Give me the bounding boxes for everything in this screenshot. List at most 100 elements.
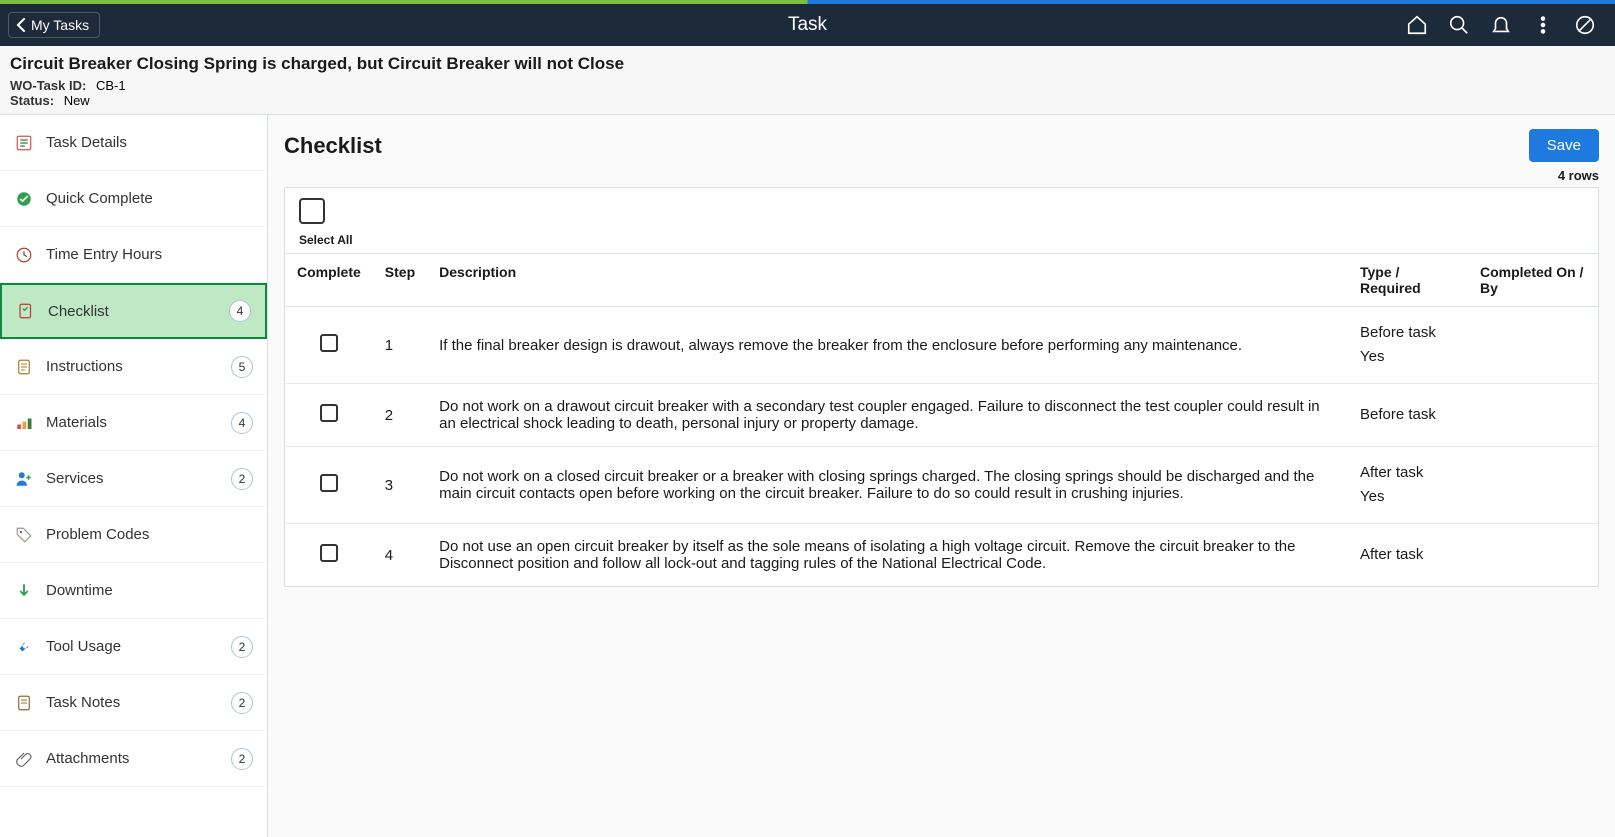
col-completed-on-by: Completed On / By [1468,254,1598,307]
row-type-required: Before taskYes [1348,307,1468,384]
sidebar-item-attachments[interactable]: Attachments 2 [0,731,267,787]
row-completed-on-by [1468,307,1598,384]
row-step: 4 [373,524,427,587]
home-icon[interactable] [1405,13,1429,37]
save-button[interactable]: Save [1529,129,1599,162]
row-type-required: Before task [1348,384,1468,447]
wo-task-id-label: WO-Task ID: [10,78,86,93]
row-step: 1 [373,307,427,384]
checklist-table: Select All Complete Step Description Typ… [284,187,1599,587]
wo-task-id-value: CB-1 [96,78,126,93]
table-row[interactable]: 1If the final breaker design is drawout,… [285,307,1598,384]
col-description: Description [427,254,1348,307]
sidebar-badge: 2 [231,692,253,714]
sidebar-item-instructions[interactable]: Instructions 5 [0,339,267,395]
sidebar-badge: 2 [231,468,253,490]
topbar: My Tasks Task [0,4,1615,46]
chevron-left-icon [15,18,27,32]
row-description: If the final breaker design is drawout, … [427,307,1348,384]
sidebar-item-materials[interactable]: Materials 4 [0,395,267,451]
sidebar: Task Details Quick Complete Time Entry H… [0,115,268,837]
wo-task-id-line: WO-Task ID: CB-1 [10,78,1605,93]
sidebar-item-label: Services [46,470,104,487]
sidebar-badge: 4 [231,412,253,434]
row-checkbox[interactable] [320,404,338,422]
row-step: 3 [373,447,427,524]
bell-icon[interactable] [1489,13,1513,37]
select-all-checkbox[interactable] [299,198,325,224]
subheader: Circuit Breaker Closing Spring is charge… [0,46,1615,115]
sidebar-item-task-details[interactable]: Task Details [0,115,267,171]
back-button-label: My Tasks [31,17,89,33]
sidebar-item-time-entry[interactable]: Time Entry Hours [0,227,267,283]
row-step: 2 [373,384,427,447]
row-checkbox[interactable] [320,334,338,352]
person-icon [14,469,34,489]
clipboard-icon [14,357,34,377]
row-type-required: After task [1348,524,1468,587]
select-all-section: Select All [285,188,1598,254]
sidebar-item-task-notes[interactable]: Task Notes 2 [0,675,267,731]
col-complete: Complete [285,254,373,307]
row-type-required: After taskYes [1348,447,1468,524]
back-button[interactable]: My Tasks [8,12,100,38]
sidebar-item-label: Quick Complete [46,190,153,207]
row-description: Do not work on a drawout circuit breaker… [427,384,1348,447]
col-type-required: Type / Required [1348,254,1468,307]
status-value: New [64,93,90,108]
row-description: Do not use an open circuit breaker by it… [427,524,1348,587]
table-row[interactable]: 4Do not use an open circuit breaker by i… [285,524,1598,587]
sidebar-item-label: Checklist [48,303,109,320]
status-line: Status: New [10,93,1605,108]
sidebar-item-quick-complete[interactable]: Quick Complete [0,171,267,227]
content-heading: Checklist [284,133,382,159]
materials-icon [14,413,34,433]
sidebar-item-label: Task Details [46,134,127,151]
checklist-icon [16,301,36,321]
clock-icon [14,245,34,265]
content: Checklist Save 4 rows Select All Complet… [268,115,1615,837]
table-header-row: Complete Step Description Type / Require… [285,254,1598,307]
row-completed-on-by [1468,384,1598,447]
sidebar-badge: 4 [229,300,251,322]
arrow-down-icon [14,581,34,601]
sidebar-item-label: Attachments [46,750,129,767]
row-checkbox[interactable] [320,474,338,492]
topbar-icons [1405,13,1607,37]
wrench-icon [14,637,34,657]
tag-icon [14,525,34,545]
row-checkbox[interactable] [320,544,338,562]
sidebar-badge: 2 [231,748,253,770]
sidebar-item-services[interactable]: Services 2 [0,451,267,507]
row-count-label: 4 rows [284,168,1599,183]
sidebar-item-label: Task Notes [46,694,120,711]
sidebar-item-label: Downtime [46,582,113,599]
table-row[interactable]: 2Do not work on a drawout circuit breake… [285,384,1598,447]
sidebar-item-label: Materials [46,414,107,431]
sidebar-item-label: Time Entry Hours [46,246,162,263]
select-all-label: Select All [299,233,1584,247]
row-description: Do not work on a closed circuit breaker … [427,447,1348,524]
row-completed-on-by [1468,447,1598,524]
row-completed-on-by [1468,524,1598,587]
sidebar-badge: 2 [231,636,253,658]
task-details-icon [14,133,34,153]
paperclip-icon [14,749,34,769]
col-step: Step [373,254,427,307]
sidebar-item-problem-codes[interactable]: Problem Codes [0,507,267,563]
kebab-menu-icon[interactable] [1531,13,1555,37]
sidebar-item-downtime[interactable]: Downtime [0,563,267,619]
search-icon[interactable] [1447,13,1471,37]
sidebar-badge: 5 [231,356,253,378]
content-header: Checklist Save [284,129,1599,162]
sidebar-item-label: Instructions [46,358,123,375]
table-row[interactable]: 3Do not work on a closed circuit breaker… [285,447,1598,524]
page-title: Task [788,14,827,36]
no-entry-icon[interactable] [1573,13,1597,37]
sidebar-item-checklist[interactable]: Checklist 4 [0,283,267,339]
sidebar-item-tool-usage[interactable]: Tool Usage 2 [0,619,267,675]
status-label: Status: [10,93,54,108]
check-circle-icon [14,189,34,209]
sidebar-item-label: Problem Codes [46,526,149,543]
notes-icon [14,693,34,713]
